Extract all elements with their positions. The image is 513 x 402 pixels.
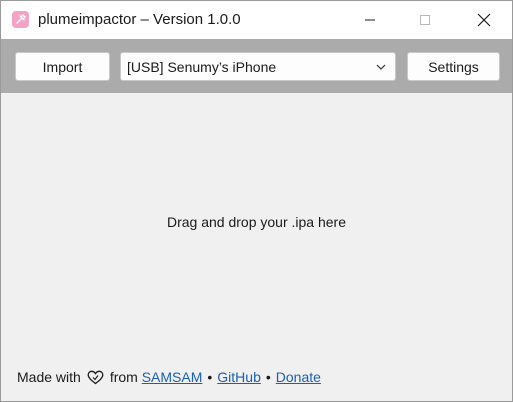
heart-icon (87, 370, 104, 384)
chevron-down-icon (376, 64, 386, 70)
maximize-button[interactable] (402, 1, 448, 39)
window-title: plumeimpactor – Version 1.0.0 (38, 11, 241, 28)
footer-made-with: Made with (17, 369, 81, 385)
close-icon (477, 13, 491, 27)
app-window: plumeimpactor – Version 1.0.0 Import [US… (0, 0, 513, 402)
minimize-icon (365, 19, 375, 21)
device-select-value: [USB] Senumy’s iPhone (127, 58, 277, 75)
drop-zone-hint: Drag and drop your .ipa here (167, 214, 346, 230)
minimize-button[interactable] (347, 1, 393, 39)
app-icon (12, 11, 29, 28)
separator: • (207, 369, 213, 385)
toolbar: Import [USB] Senumy’s iPhone Settings (1, 39, 512, 93)
maximize-icon (420, 15, 430, 25)
close-button[interactable] (461, 1, 507, 39)
link-github[interactable]: GitHub (217, 369, 261, 385)
device-select[interactable]: [USB] Senumy’s iPhone (120, 52, 396, 81)
separator: • (265, 369, 271, 385)
title-bar: plumeimpactor – Version 1.0.0 (1, 1, 512, 39)
import-button[interactable]: Import (15, 52, 110, 81)
settings-button[interactable]: Settings (407, 52, 500, 81)
link-donate[interactable]: Donate (276, 369, 321, 385)
link-samsam[interactable]: SAMSAM (142, 369, 203, 385)
footer: Made with from SAMSAM • GitHub • Donate (17, 369, 321, 385)
footer-from: from (109, 369, 138, 385)
